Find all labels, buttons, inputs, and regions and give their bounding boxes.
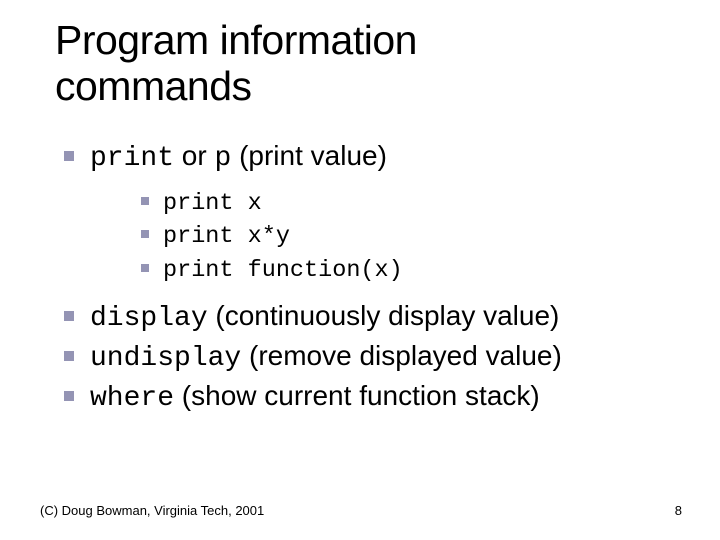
- square-bullet-icon: [141, 230, 149, 238]
- page-number: 8: [675, 503, 682, 518]
- desc-where: (show current function stack): [174, 380, 540, 411]
- bullet-list-level1: print or p (print value): [55, 138, 680, 178]
- item-example-2: print x*y: [163, 219, 680, 253]
- desc-print: (print value): [231, 140, 387, 171]
- desc-display: (continuously display value): [208, 300, 560, 331]
- square-bullet-icon: [64, 391, 74, 401]
- title-line-1: Program information: [55, 17, 417, 63]
- bullet-list-level2: print x print x*y print function(x): [55, 186, 680, 287]
- item-where: where (show current function stack): [90, 378, 680, 418]
- square-bullet-icon: [141, 197, 149, 205]
- item-undisplay: undisplay (remove displayed value): [90, 338, 680, 378]
- square-bullet-icon: [64, 311, 74, 321]
- cmd-p: p: [214, 143, 231, 174]
- item-example-3: print function(x): [163, 253, 680, 287]
- item-example-1: print x: [163, 186, 680, 220]
- square-bullet-icon: [141, 264, 149, 272]
- footer-copyright: (C) Doug Bowman, Virginia Tech, 2001: [40, 503, 264, 518]
- square-bullet-icon: [64, 351, 74, 361]
- slide-title: Program information commands: [55, 18, 680, 110]
- cmd-print: print: [90, 143, 174, 174]
- cmd-undisplay: undisplay: [90, 343, 241, 374]
- item-print: print or p (print value): [90, 138, 680, 178]
- slide: Program information commands print or p …: [0, 0, 720, 540]
- example-1: print x: [163, 190, 262, 217]
- item-display: display (continuously display value): [90, 298, 680, 338]
- title-line-2: commands: [55, 63, 252, 109]
- bullet-list-level1-b: display (continuously display value) und…: [55, 298, 680, 418]
- text-or: or: [174, 140, 214, 171]
- cmd-display: display: [90, 303, 208, 334]
- example-3: print function(x): [163, 257, 403, 284]
- example-2: print x*y: [163, 223, 290, 250]
- desc-undisplay: (remove displayed value): [241, 340, 562, 371]
- cmd-where: where: [90, 383, 174, 414]
- square-bullet-icon: [64, 151, 74, 161]
